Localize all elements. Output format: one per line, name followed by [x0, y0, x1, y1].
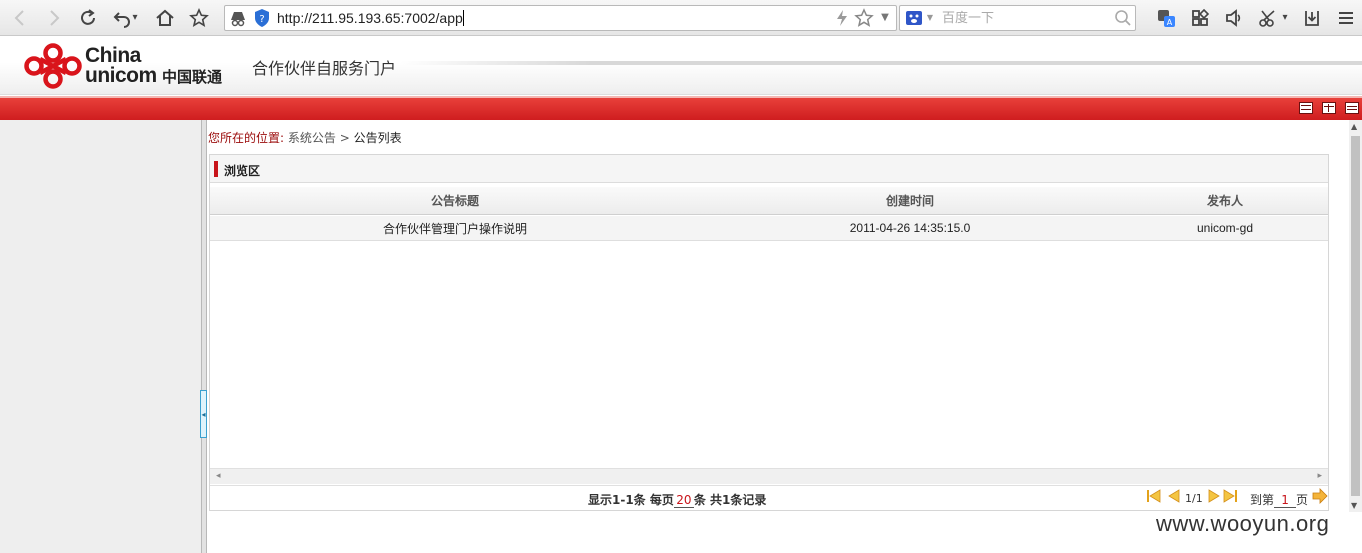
cell-title[interactable]: 合作伙伴管理门户操作说明: [210, 216, 700, 240]
search-icon[interactable]: [1112, 7, 1134, 29]
portal-title: 合作伙伴自服务门户: [252, 59, 397, 78]
breadcrumb-prefix: 您所在的位置:: [208, 131, 285, 145]
favorite-star-icon[interactable]: [853, 7, 875, 29]
chevron-down-icon[interactable]: ▾: [128, 6, 142, 30]
layout-rows-icon[interactable]: [1299, 102, 1313, 114]
back-icon[interactable]: [8, 6, 32, 30]
baidu-paw-icon[interactable]: [903, 7, 925, 29]
column-header-created[interactable]: 创建时间: [700, 187, 1120, 214]
cell-publisher: unicom-gd: [1196, 221, 1254, 235]
scroll-right-icon[interactable]: ▸: [1317, 471, 1322, 481]
brand-bar: [0, 96, 1362, 120]
reload-icon[interactable]: [76, 6, 100, 30]
breadcrumb: 您所在的位置: 系统公告 > 公告列表: [208, 129, 402, 146]
scroll-up-icon[interactable]: ▲: [1351, 122, 1357, 131]
chevron-left-icon: ◂: [201, 409, 206, 419]
panel-header-marker: [214, 161, 218, 177]
search-bar[interactable]: ▼: [899, 5, 1136, 31]
speaker-icon[interactable]: [1222, 6, 1246, 30]
cell-created-time: 2011-04-26 14:35:15.0: [849, 221, 971, 235]
scroll-left-icon[interactable]: ◂: [216, 471, 221, 481]
vertical-scrollbar[interactable]: ▲ ▼: [1349, 120, 1362, 512]
china-unicom-knot-logo: [24, 43, 82, 89]
breadcrumb-current: 公告列表: [353, 131, 402, 145]
pager: 显示1-1条 每页 20 条 共1条记录 1/1 到第 1 页: [210, 485, 1328, 511]
svg-text:A: A: [1167, 18, 1173, 27]
logo-text-unicom: unicom: [85, 64, 157, 87]
browser-toolbar: ▾ ? http://211.95.193.65:7002/app ▼ ▼ 百度…: [0, 0, 1362, 36]
panel-title: 浏览区: [224, 164, 261, 178]
panel-header: 浏览区: [210, 155, 1328, 183]
table-header: 公告标题 创建时间 发布人: [210, 187, 1328, 215]
url-text[interactable]: http://211.95.193.65:7002/app: [277, 10, 464, 26]
column-header-publisher[interactable]: 发布人: [1120, 187, 1330, 214]
text-caret: [462, 10, 464, 26]
column-header-title[interactable]: 公告标题: [210, 187, 700, 214]
bookmark-star-icon[interactable]: [187, 6, 211, 30]
table-row[interactable]: 合作伙伴管理门户操作说明 2011-04-26 14:35:15.0 unico…: [210, 216, 1328, 241]
goto-page-input[interactable]: 1: [1274, 493, 1297, 508]
shield-icon[interactable]: ?: [251, 7, 273, 29]
header-divider: [400, 61, 1362, 65]
incognito-icon: [227, 7, 249, 29]
menu-icon[interactable]: [1334, 6, 1358, 30]
lightning-icon[interactable]: [831, 7, 853, 29]
left-sidebar: [0, 120, 201, 553]
apps-grid-icon[interactable]: [1188, 6, 1212, 30]
screenshot-dropdown-icon[interactable]: ▾: [1278, 6, 1292, 30]
forward-icon[interactable]: [42, 6, 66, 30]
prev-page-icon[interactable]: [1166, 488, 1182, 504]
svg-text:?: ?: [259, 14, 264, 25]
scrollbar-thumb[interactable]: [1351, 136, 1360, 496]
search-engine-dropdown-icon[interactable]: ▼: [924, 7, 936, 29]
breadcrumb-separator: >: [339, 131, 350, 145]
home-icon[interactable]: [153, 6, 177, 30]
next-page-icon[interactable]: [1206, 488, 1222, 504]
go-arrow-icon[interactable]: [1312, 488, 1328, 504]
watermark: www.wooyun.org: [1156, 511, 1330, 536]
sidebar-collapse-handle[interactable]: ◂: [200, 390, 207, 438]
logo-text-chinese: 中国联通: [162, 68, 223, 86]
last-page-icon[interactable]: [1222, 488, 1238, 504]
site-header: China unicom 中国联通 合作伙伴自服务门户: [0, 37, 1362, 95]
first-page-icon[interactable]: [1146, 488, 1162, 504]
search-input[interactable]: [942, 9, 1112, 27]
page-size-input[interactable]: 20: [673, 493, 694, 508]
sidebar-splitter[interactable]: [201, 120, 207, 553]
download-icon[interactable]: [1300, 6, 1324, 30]
page-info: 1/1: [1185, 492, 1203, 505]
layout-list-icon[interactable]: [1345, 102, 1359, 114]
goto-page: 到第 1 页: [1250, 493, 1309, 508]
pager-summary: 显示1-1条 每页 20 条 共1条记录: [588, 493, 767, 508]
breadcrumb-parent[interactable]: 系统公告: [288, 131, 336, 145]
browse-panel: 浏览区 公告标题 创建时间 发布人 合作伙伴管理门户操作说明 2011-04-2…: [209, 154, 1329, 511]
scroll-down-icon[interactable]: ▼: [1351, 501, 1357, 510]
horizontal-scrollbar[interactable]: ◂ ▸: [210, 468, 1328, 484]
scissors-icon[interactable]: [1256, 6, 1280, 30]
translate-icon[interactable]: A: [1154, 6, 1178, 30]
layout-columns-icon[interactable]: [1322, 102, 1336, 114]
address-bar[interactable]: ? http://211.95.193.65:7002/app ▼: [224, 5, 897, 31]
url-dropdown-icon[interactable]: ▼: [875, 7, 895, 29]
